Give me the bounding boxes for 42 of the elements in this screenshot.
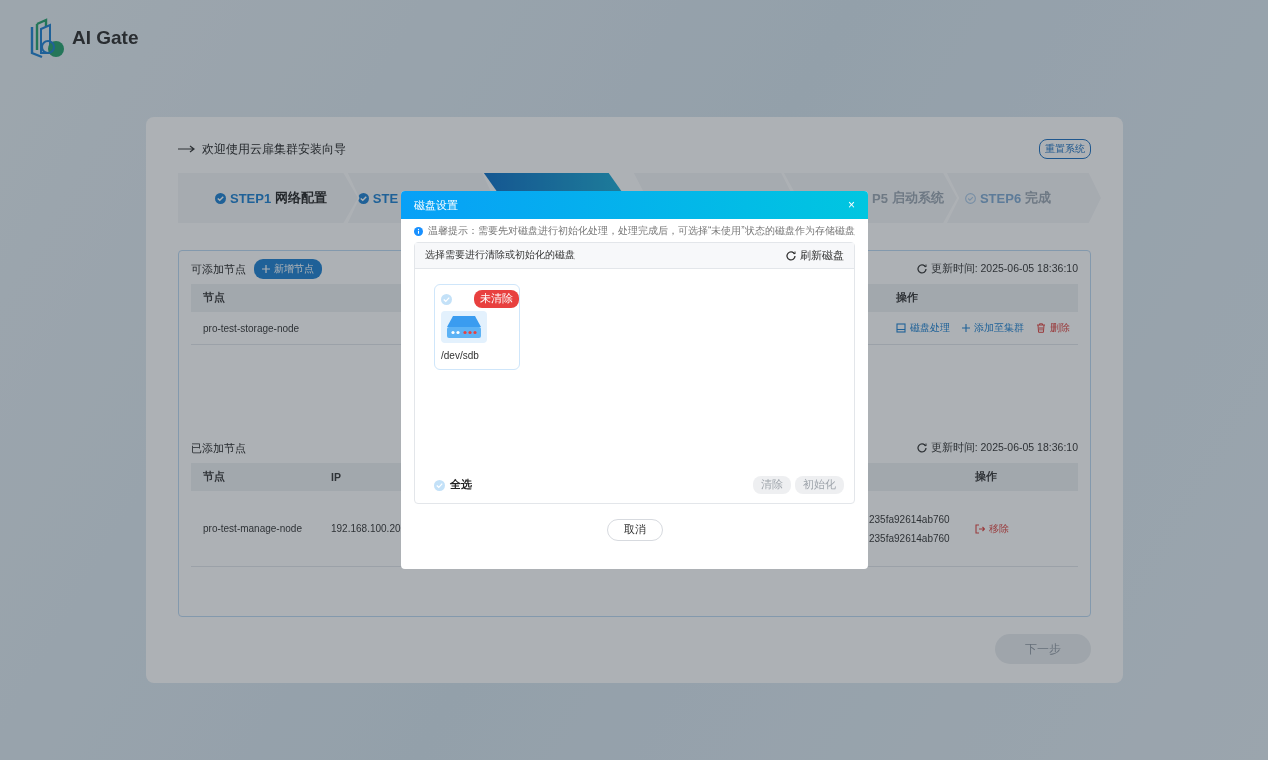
plus-icon: [962, 324, 970, 332]
section-title: 已添加节点: [191, 440, 246, 456]
dialog-title: 磁盘设置: [414, 197, 459, 213]
step-tab[interactable]: STEP1 网络配置: [178, 173, 358, 223]
table-cell: 235fa92614ab760: [869, 532, 950, 544]
refresh-icon[interactable]: [916, 264, 927, 274]
disk-name: /dev/sdb: [441, 350, 480, 361]
row-action-link[interactable]: 删除: [1036, 321, 1070, 335]
row-action-link[interactable]: 添加至集群: [962, 321, 1024, 335]
wizard-title: 欢迎使用云扉集群安装向导: [202, 140, 347, 158]
drive-icon: [896, 323, 906, 333]
table-cell: 235fa92614ab760: [869, 513, 950, 525]
checkbox[interactable]: [441, 293, 452, 305]
hint-text: 温馨提示：需要先对磁盘进行初始化处理，处理完成后，可选择“未使用”状态的磁盘作为存储磁盘: [428, 225, 855, 237]
step-tab[interactable]: STEP6 完成: [946, 173, 1101, 223]
refresh-icon: [786, 250, 796, 261]
table-cell: pro-test-manage-node: [191, 491, 325, 567]
checkbox[interactable]: [434, 479, 445, 491]
close-button[interactable]: ×: [848, 198, 855, 212]
refresh-disk-button[interactable]: 刷新磁盘: [786, 248, 844, 263]
update-time: 更新时间: 2025-06-05 18:36:10: [930, 262, 1078, 276]
status-badge: 未清除: [474, 290, 519, 308]
column-header: 操作: [884, 284, 1078, 312]
arrow-right-icon: [178, 145, 196, 153]
refresh-icon[interactable]: [916, 443, 927, 453]
column-header: 操作: [963, 463, 1078, 491]
hard-drive-icon: [441, 311, 487, 343]
column-header: 节点: [191, 463, 325, 491]
update-time: 更新时间: 2025-06-05 18:36:10: [930, 441, 1078, 455]
exit-icon: [975, 523, 985, 534]
row-action-link[interactable]: 移除: [975, 521, 1009, 536]
info-icon: [414, 226, 423, 236]
row-action-link[interactable]: 磁盘处理: [896, 321, 950, 335]
panel-title: 选择需要进行清除或初始化的磁盘: [425, 249, 575, 262]
trash-icon: [1036, 323, 1046, 333]
logo-text: AI Gate: [72, 27, 139, 49]
plus-icon: [262, 265, 270, 273]
add-node-button[interactable]: 新增节点: [254, 259, 322, 279]
section-title: 可添加节点: [191, 261, 246, 277]
reset-button[interactable]: 重置系统: [1039, 139, 1091, 159]
disk-card[interactable]: 未清除 /dev/sdb: [434, 284, 520, 370]
select-all-checkbox[interactable]: 全选: [434, 478, 472, 492]
